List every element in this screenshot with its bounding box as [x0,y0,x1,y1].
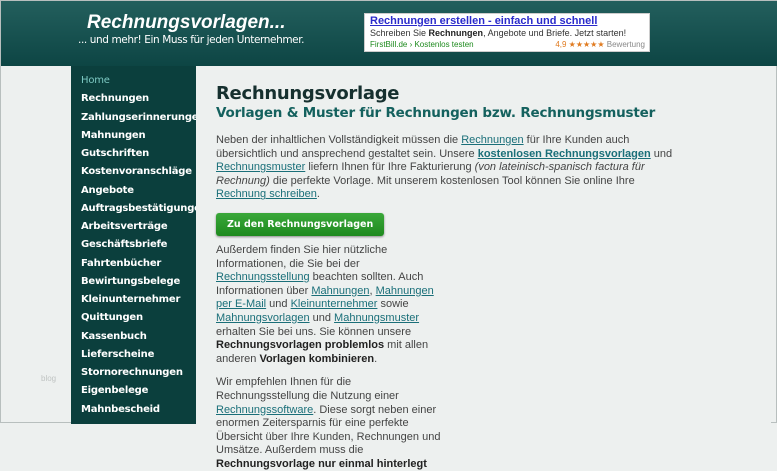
sidebar-item-mahnungen[interactable]: Mahnungen [71,129,196,147]
bold-text: Rechnungsvorlage nur einmal hinterlegt [216,457,427,470]
ad-desc-text: , Angebote und Briefe. Jetzt starten! [483,28,627,38]
text: die perfekte Vorlage. Mit unserem kosten… [269,174,635,187]
sidebar-item-zahlungserinnerungen[interactable]: Zahlungserinnerungen [71,111,205,129]
inline-link[interactable]: Rechnungssoftware [216,404,313,416]
sidebar-item-gutschriften[interactable]: Gutschriften [71,147,196,165]
ad-description: Schreiben Sie Rechnungen, Angebote und B… [370,28,644,38]
ad-url[interactable]: FirstBill.de › Kostenlos testen [370,40,474,49]
software-paragraph: Wir empfehlen Ihnen für die Rechnungsste… [216,376,444,471]
sidebar-item-kostenvoranschl-ge[interactable]: Kostenvoranschläge [71,165,196,183]
sidebar-nav: Home Rechnungen Zahlungserinnerungen Mahnun… [71,66,208,424]
site-title[interactable]: Rechnungsvorlagen... [87,12,285,34]
ad-banner[interactable]: Rechnungen erstellen - einfach und schne… [364,13,650,52]
text: Außerdem finden Sie hier nützliche Infor… [216,243,388,270]
sidebar-item-rechnungen[interactable]: Rechnungen [71,92,196,110]
text: sowie [377,298,409,311]
sidebar-item-gesch-ftsbriefe[interactable]: Geschäftsbriefe [71,238,196,256]
sidebar-item-eigenbelege[interactable]: Eigenbelege [71,384,196,402]
text: liefern Ihnen für Ihre Fakturierung [305,161,475,174]
text: . [374,352,378,365]
site-tagline: ... und mehr! Ein Muss für jeden Unterne… [78,34,305,46]
sidebar-item-lieferscheine[interactable]: Lieferscheine [71,348,196,366]
rating-stars: 4,9 ★★★★★ [555,40,605,49]
text: Wir empfehlen Ihnen für die Rechnungsste… [216,376,399,402]
text: erhalten Sie bei uns. Sie können unsere [216,325,412,338]
inline-link[interactable]: Rechnungsmuster [216,161,305,173]
page-subtitle: Vorlagen & Muster für Rechnungen bzw. Re… [216,105,656,121]
ad-desc-bold: Rechnungen [428,28,484,38]
sidebar-item-kassenbuch[interactable]: Kassenbuch [71,330,196,348]
main-content: Rechnungsvorlage Vorlagen & Muster für R… [196,66,771,470]
sidebar-item-bewirtungsbelege[interactable]: Bewirtungsbelege [71,275,196,293]
sidebar-item-kleinunternehmer[interactable]: Kleinunternehmer [71,293,196,311]
sidebar-item-mahnbescheid[interactable]: Mahnbescheid [71,403,196,421]
text: . [316,188,320,201]
rating-label: Bewertung [606,40,645,49]
intro-paragraph: Neben der inhaltlichen Vollständigkeit m… [216,134,676,202]
inline-link[interactable]: Rechnung schreiben [216,188,317,200]
blog-link[interactable]: blog [41,374,56,383]
ad-desc-text: Schreiben Sie [370,28,429,38]
header: Rechnungsvorlagen... ... und mehr! Ein M… [1,1,777,66]
inline-link[interactable]: kostenlosen Rechnungsvorlagen [478,148,651,160]
sidebar-item-arbeitsvertr-ge[interactable]: Arbeitsverträge [71,220,196,238]
bold-text: Vorlagen kombinieren [259,352,375,365]
text: und [650,147,673,160]
bold-text: Rechnungsvorlagen problemlos [216,339,385,352]
inline-link[interactable]: Mahnungen [311,285,369,297]
sidebar-item-stornorechnungen[interactable]: Stornorechnungen [71,366,196,384]
sidebar-item-home[interactable]: Home [71,74,196,92]
sidebar-item-auftragsbest-tigungen[interactable]: Auftragsbestätigungen [71,202,208,220]
page-title: Rechnungsvorlage [216,83,400,104]
ad-title-link[interactable]: Rechnungen erstellen - einfach und schne… [370,15,644,27]
sidebar-item-fahrtenb-cher[interactable]: Fahrtenbücher [71,257,196,275]
inline-link[interactable]: Rechnungen [461,134,523,146]
text: und [266,298,291,311]
sidebar-item-quittungen[interactable]: Quittungen [71,311,196,329]
inline-link[interactable]: Kleinunternehmer [291,298,378,310]
sidebar-item-angebote[interactable]: Angebote [71,184,196,202]
inline-link[interactable]: Rechnungsstellung [216,271,310,283]
info-paragraph: Außerdem finden Sie hier nützliche Infor… [216,244,444,366]
text: Neben der inhaltlichen Vollständigkeit m… [216,134,462,146]
text: und [309,311,335,324]
inline-link[interactable]: Mahnungsvorlagen [216,312,310,324]
inline-link[interactable]: Mahnungsmuster [334,312,419,324]
ad-rating: 4,9 ★★★★★ Bewertung [555,40,645,49]
to-templates-button[interactable]: Zu den Rechnungsvorlagen [216,212,385,236]
